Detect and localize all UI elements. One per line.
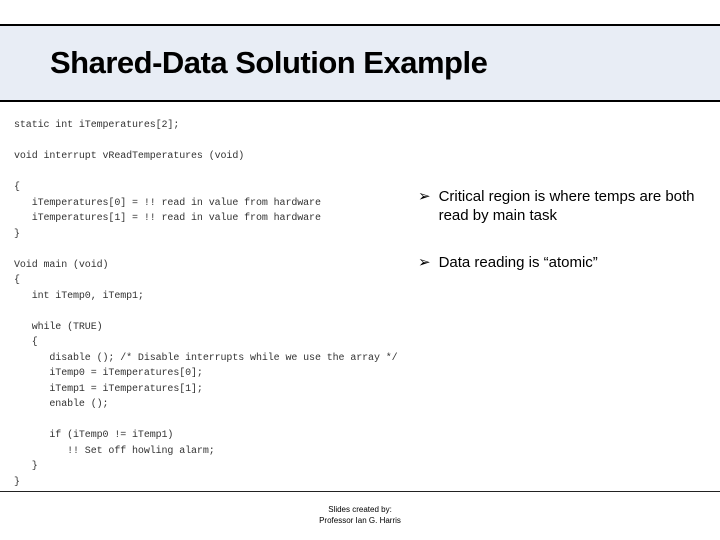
bullet-list: ➢ Critical region is where temps are bot… xyxy=(418,188,703,300)
bullet-item: ➢ Critical region is where temps are bot… xyxy=(418,188,703,226)
code-listing: static int iTemperatures[2]; void interr… xyxy=(14,118,398,490)
bullet-text: Data reading is “atomic” xyxy=(439,254,598,273)
content-area: static int iTemperatures[2]; void interr… xyxy=(0,108,720,488)
page-title: Shared-Data Solution Example xyxy=(50,45,487,81)
title-band: Shared-Data Solution Example xyxy=(0,24,720,102)
footer-line2: Professor Ian G. Harris xyxy=(0,516,720,526)
bullet-arrow-icon: ➢ xyxy=(418,188,431,226)
bullet-arrow-icon: ➢ xyxy=(418,254,431,273)
footer-line1: Slides created by: xyxy=(0,505,720,515)
bullet-item: ➢ Data reading is “atomic” xyxy=(418,254,703,273)
bullet-text: Critical region is where temps are both … xyxy=(439,188,703,226)
footer-credit: Slides created by: Professor Ian G. Harr… xyxy=(0,505,720,526)
footer-rule xyxy=(0,491,720,492)
